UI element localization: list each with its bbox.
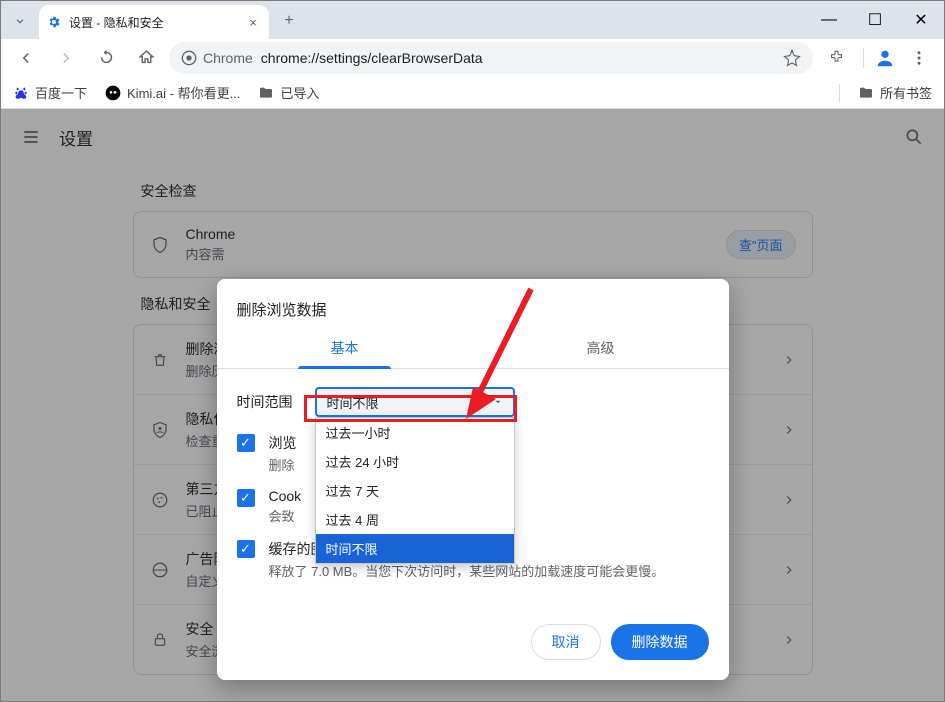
time-option[interactable]: 过去一小时 [316, 418, 514, 447]
tab-basic[interactable]: 基本 [217, 328, 473, 368]
browser-tab[interactable]: 设置 - 隐私和安全 × [39, 5, 269, 39]
time-range-field: 时间范围 时间不限 过去一小时 过去 24 小时 过去 7 天 过去 4 周 时… [237, 387, 709, 417]
time-option[interactable]: 过去 4 周 [316, 505, 514, 534]
check-title: Cook [269, 488, 302, 504]
window-minimize[interactable]: — [806, 1, 852, 39]
check-subtitle: 删除 [269, 455, 297, 474]
checkbox-checked-icon: ✓ [237, 434, 255, 452]
dropdown-caret-icon [493, 397, 503, 407]
time-range-selected-value: 时间不限 [327, 393, 379, 412]
toolbar-separator [863, 48, 864, 68]
reload-button[interactable] [89, 41, 123, 75]
gear-icon [47, 15, 61, 29]
forward-button[interactable] [49, 41, 83, 75]
delete-data-button[interactable]: 删除数据 [611, 624, 709, 660]
dialog-tabs: 基本 高级 [217, 328, 729, 369]
bookmark-label: Kimi.ai - 帮你看更... [127, 83, 240, 102]
checkbox-checked-icon: ✓ [237, 540, 255, 558]
bookmarks-bar-separator [839, 84, 840, 102]
overflow-menu-button[interactable] [902, 41, 936, 75]
bookmarks-bar: 百度一下 Kimi.ai - 帮你看更... 已导入 所有书签 [1, 77, 944, 109]
bookmark-label: 已导入 [280, 83, 319, 102]
site-identity: Chrome [181, 50, 253, 66]
check-subtitle: 会致 [269, 506, 302, 525]
close-tab-button[interactable]: × [245, 15, 261, 30]
omnibox-url: chrome://settings/clearBrowserData [261, 50, 483, 66]
bookmark-label: 百度一下 [35, 83, 87, 102]
titlebar: 设置 - 隐私和安全 × + — ☐ ✕ [1, 1, 944, 39]
time-option[interactable]: 过去 24 小时 [316, 447, 514, 476]
bookmark-imported-folder[interactable]: 已导入 [258, 83, 319, 102]
bookmark-kimi[interactable]: Kimi.ai - 帮你看更... [105, 83, 240, 102]
omnibox[interactable]: Chrome chrome://settings/clearBrowserDat… [169, 42, 813, 74]
folder-icon [858, 85, 874, 101]
all-bookmarks-folder[interactable]: 所有书签 [858, 83, 932, 102]
new-tab-button[interactable]: + [275, 7, 303, 35]
home-button[interactable] [129, 41, 163, 75]
extensions-button[interactable] [819, 41, 853, 75]
bookmark-label: 所有书签 [880, 83, 932, 102]
dialog-title: 删除浏览数据 [217, 279, 729, 328]
check-title: 浏览 [269, 433, 297, 453]
settings-page: 设置 安全检查 Chrome 内容需 查"页面 隐私和安全 [1, 109, 944, 701]
cancel-button[interactable]: 取消 [531, 624, 601, 660]
time-option[interactable]: 过去 7 天 [316, 476, 514, 505]
time-option-selected[interactable]: 时间不限 [316, 534, 514, 563]
time-range-select[interactable]: 时间不限 过去一小时 过去 24 小时 过去 7 天 过去 4 周 时间不限 [315, 387, 515, 417]
baidu-icon [13, 85, 29, 101]
window-close[interactable]: ✕ [898, 1, 944, 39]
back-button[interactable] [9, 41, 43, 75]
chevron-down-icon [13, 14, 27, 28]
chrome-icon [181, 50, 197, 66]
clear-browsing-data-dialog: 删除浏览数据 基本 高级 时间范围 时间不限 过去一小时 过去 24 小时 过去… [217, 279, 729, 680]
tab-advanced[interactable]: 高级 [473, 328, 729, 368]
window-maximize[interactable]: ☐ [852, 1, 898, 39]
tab-search-dropdown[interactable] [5, 7, 35, 35]
window-controls: — ☐ ✕ [806, 1, 944, 39]
profile-button[interactable] [874, 47, 896, 69]
bookmark-baidu[interactable]: 百度一下 [13, 83, 87, 102]
folder-icon [258, 85, 274, 101]
browser-toolbar: Chrome chrome://settings/clearBrowserDat… [1, 39, 944, 77]
checkbox-checked-icon: ✓ [237, 489, 255, 507]
time-range-menu: 过去一小时 过去 24 小时 过去 7 天 过去 4 周 时间不限 [315, 417, 515, 564]
bookmark-star-icon[interactable] [783, 49, 801, 67]
omnibox-prefix: Chrome [203, 50, 253, 66]
kimi-icon [105, 85, 121, 101]
time-range-label: 时间范围 [237, 392, 297, 412]
tab-title: 设置 - 隐私和安全 [69, 14, 237, 31]
